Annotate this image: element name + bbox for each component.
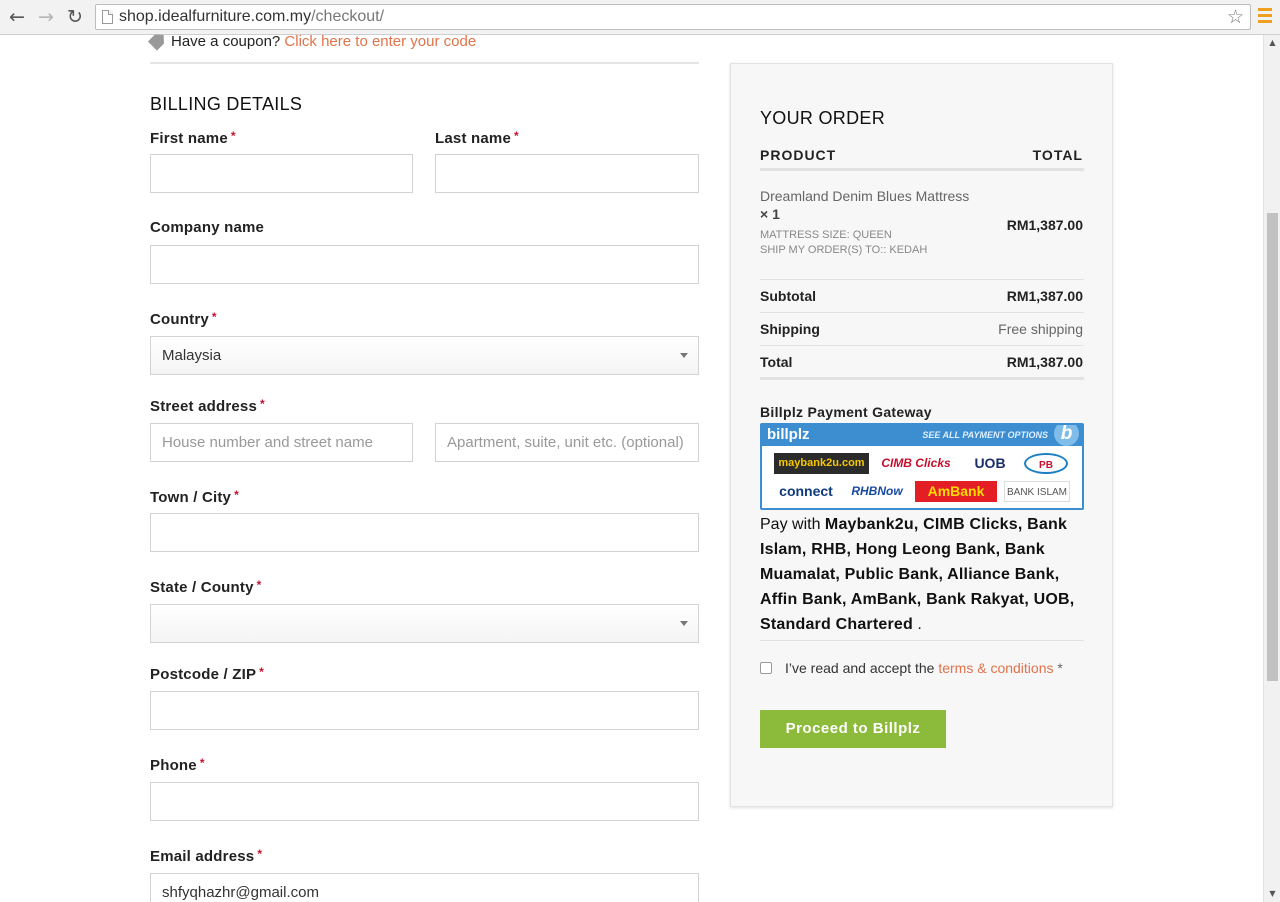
last-name-field[interactable]	[435, 154, 699, 193]
browser-menu-icon[interactable]	[1258, 8, 1272, 26]
required-mark: *	[514, 129, 519, 143]
product-quantity: × 1	[760, 206, 780, 222]
company-label: Company name	[150, 219, 265, 236]
banner-header: billplz SEE ALL PAYMENT OPTIONS b	[762, 425, 1082, 446]
bank-logo-connect: connect	[779, 483, 833, 499]
bank-logo-pb: PB	[1024, 453, 1068, 474]
city-field[interactable]	[150, 513, 699, 552]
phone-field[interactable]	[150, 782, 699, 821]
chevron-down-icon	[680, 353, 688, 358]
billplz-banner[interactable]: billplz SEE ALL PAYMENT OPTIONS b mayban…	[760, 423, 1084, 510]
gateway-title: Billplz Payment Gateway	[760, 404, 932, 420]
product-meta-size: MATTRESS SIZE: QUEEN	[760, 229, 892, 241]
reload-icon[interactable]: ↻	[64, 6, 86, 28]
divider	[760, 640, 1084, 641]
required-mark: *	[199, 756, 205, 770]
required-mark: *	[256, 578, 262, 592]
terms-link[interactable]: terms & conditions	[938, 660, 1053, 676]
required-mark: *	[230, 129, 236, 143]
shipping-value: Free shipping	[998, 321, 1083, 337]
order-review: YOUR ORDER PRODUCT TOTAL Dreamland Denim…	[730, 63, 1113, 807]
bank-logo-bankislam: BANK ISLAM	[1004, 481, 1070, 502]
total-column-header: TOTAL	[1032, 147, 1083, 163]
divider	[150, 62, 699, 64]
tag-icon	[148, 30, 169, 51]
product-meta-ship: SHIP MY ORDER(S) TO:: KEDAH	[760, 244, 928, 256]
email-field[interactable]: shfyqhazhr@gmail.com	[150, 873, 699, 902]
url-host: shop.idealfurniture.com.my	[119, 8, 312, 25]
billplz-b-icon: b	[1054, 425, 1079, 446]
required-mark: *	[257, 847, 263, 861]
country-label: Country *	[150, 310, 217, 328]
terms-required-mark: *	[1057, 660, 1063, 676]
apartment-field[interactable]: Apartment, suite, unit etc. (optional)	[435, 423, 699, 462]
postcode-label: Postcode / ZIP *	[150, 665, 265, 683]
product-name: Dreamland Denim Blues Mattress	[760, 188, 970, 204]
subtotal-label: Subtotal	[760, 288, 816, 304]
chevron-down-icon	[680, 621, 688, 626]
address-bar[interactable]: shop.idealfurniture.com.my/checkout/ ☆	[95, 4, 1251, 30]
shipping-label: Shipping	[760, 321, 820, 337]
total-label: Total	[760, 354, 793, 370]
last-name-label: Last name *	[435, 129, 519, 147]
product-total: RM1,387.00	[1006, 217, 1083, 233]
street-address-field[interactable]: House number and street name	[150, 423, 413, 462]
back-icon[interactable]: ←	[6, 6, 28, 28]
scroll-thumb[interactable]	[1267, 213, 1278, 681]
coupon-notice: Have a coupon? Click here to enter your …	[150, 33, 476, 50]
street-placeholder: House number and street name	[162, 434, 373, 451]
phone-label: Phone *	[150, 756, 205, 774]
subtotal-value: RM1,387.00	[1006, 288, 1083, 304]
bank-logo-rhb: RHBNow	[851, 484, 903, 498]
first-name-label: First name *	[150, 129, 236, 147]
bookmark-star-icon[interactable]: ☆	[1227, 6, 1244, 28]
terms-row: I’ve read and accept the terms & conditi…	[760, 660, 1063, 676]
page-scrollbar[interactable]: ▲ ▼	[1263, 35, 1280, 902]
scroll-down-icon[interactable]: ▼	[1264, 886, 1280, 902]
terms-checkbox[interactable]	[760, 662, 772, 674]
required-mark: *	[259, 665, 265, 679]
bank-logo-ambank: AmBank	[915, 481, 997, 502]
forward-icon[interactable]: →	[35, 6, 57, 28]
page-icon	[102, 10, 113, 24]
postcode-field[interactable]	[150, 691, 699, 730]
browser-toolbar: ← → ↻ shop.idealfurniture.com.my/checkou…	[0, 0, 1280, 35]
bank-logo-cimb: CIMB Clicks	[881, 456, 951, 470]
divider	[760, 279, 1084, 280]
see-all-options[interactable]: SEE ALL PAYMENT OPTIONS	[922, 430, 1048, 440]
terms-text: I’ve read and accept the	[785, 660, 935, 676]
divider	[760, 168, 1084, 171]
bank-logo-maybank: maybank2u.com	[774, 453, 869, 474]
company-field[interactable]	[150, 245, 699, 284]
street-label: Street address *	[150, 397, 265, 415]
country-select[interactable]: Malaysia	[150, 336, 699, 375]
apartment-placeholder: Apartment, suite, unit etc. (optional)	[447, 434, 684, 451]
email-value: shfyqhazhr@gmail.com	[162, 884, 319, 901]
coupon-text: Have a coupon?	[171, 33, 281, 50]
order-title: YOUR ORDER	[760, 108, 886, 128]
coupon-link[interactable]: Click here to enter your code	[284, 33, 476, 50]
required-mark: *	[260, 397, 265, 411]
product-column-header: PRODUCT	[760, 147, 837, 163]
divider	[760, 312, 1084, 313]
proceed-to-billplz-button[interactable]: Proceed to Billplz	[760, 710, 946, 748]
scroll-up-icon[interactable]: ▲	[1264, 35, 1280, 51]
billplz-logo: billplz	[767, 426, 810, 443]
state-label: State / County *	[150, 578, 262, 596]
city-label: Town / City *	[150, 488, 239, 506]
email-label: Email address *	[150, 847, 263, 865]
country-value: Malaysia	[162, 347, 222, 364]
divider	[760, 345, 1084, 346]
state-select[interactable]	[150, 604, 699, 643]
required-mark: *	[234, 488, 239, 502]
billing-title: BILLING DETAILS	[150, 94, 303, 114]
total-value: RM1,387.00	[1006, 354, 1083, 370]
url-path: /checkout/	[311, 8, 385, 25]
bank-logo-uob: UOB	[974, 455, 1006, 471]
url-text[interactable]: shop.idealfurniture.com.my/checkout/	[119, 8, 384, 26]
required-mark: *	[211, 310, 217, 324]
pay-with-text: Pay with Maybank2u, CIMB Clicks, Bank Is…	[760, 516, 1075, 633]
divider	[760, 377, 1084, 380]
first-name-field[interactable]	[150, 154, 413, 193]
